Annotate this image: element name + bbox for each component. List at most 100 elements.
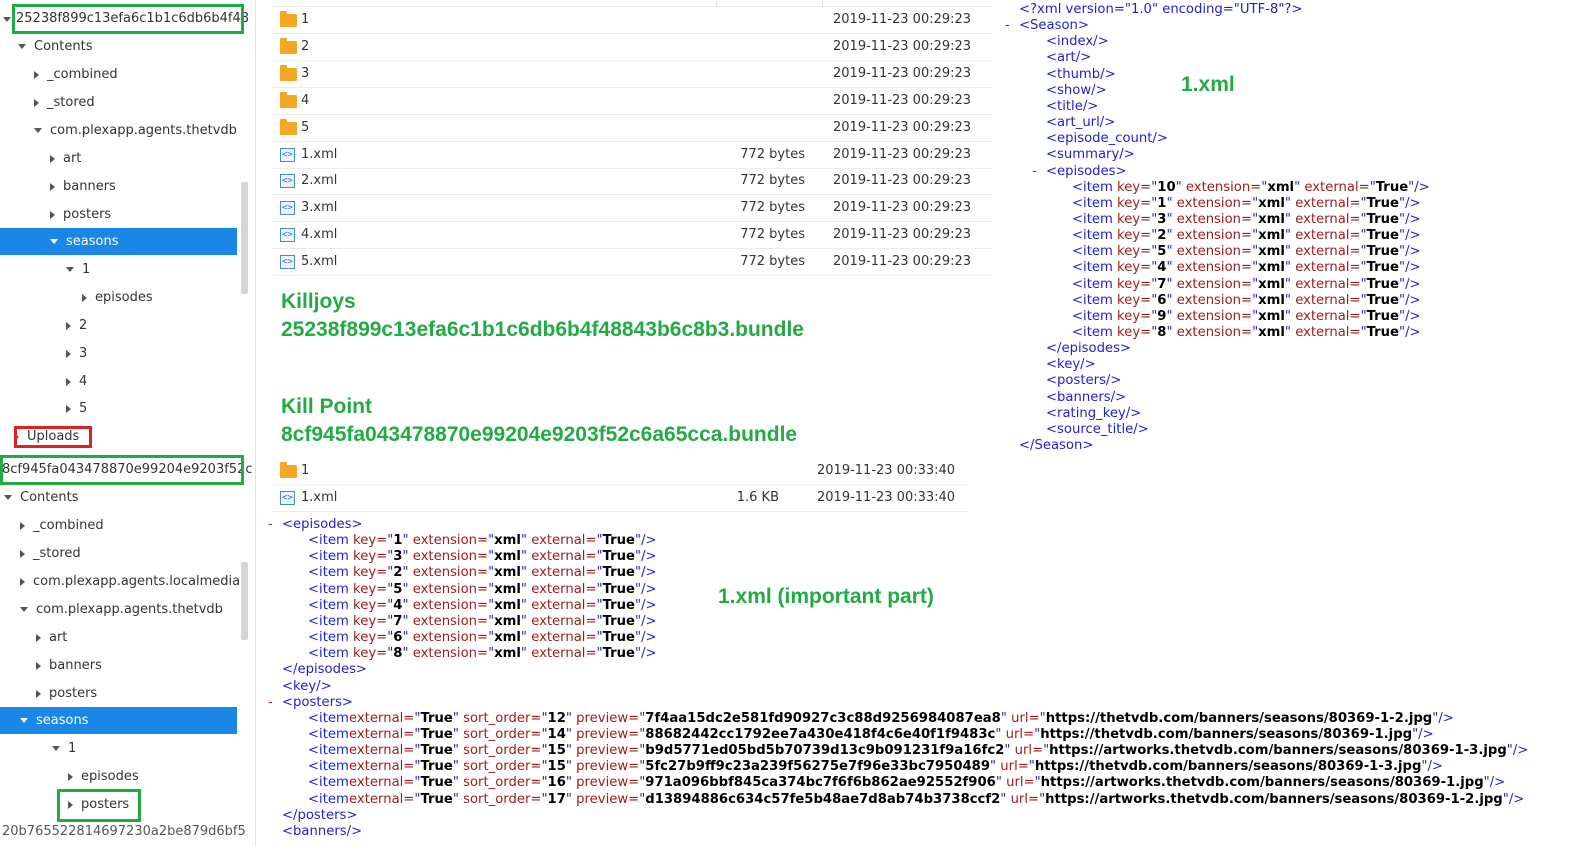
tree-node-label: Contents	[34, 39, 93, 54]
tree-node--combined[interactable]: _combined	[34, 61, 118, 88]
xml-tag: />	[1405, 195, 1421, 211]
file-row[interactable]: 4 2019-11-23 00:29:23	[272, 88, 992, 115]
file-row[interactable]: <> 5.xml 772 bytes 2019-11-23 00:29:23	[272, 249, 992, 277]
xml-collapse-toggle[interactable]: -	[268, 517, 273, 533]
column-divider	[822, 0, 823, 6]
xml-tag: />	[1405, 211, 1421, 227]
file-row[interactable]: 2 2019-11-23 00:29:23	[272, 34, 992, 61]
collapse-arrow-icon[interactable]	[4, 495, 12, 500]
xml-attr-value: 15	[547, 759, 566, 775]
xml-tag: <index/>	[1046, 34, 1109, 50]
tree-node--combined[interactable]: _combined	[20, 512, 104, 539]
collapse-arrow-icon[interactable]	[52, 746, 60, 751]
expand-arrow-icon[interactable]	[50, 182, 55, 191]
xml-tag: />	[1489, 775, 1506, 791]
xml-attr-name: external=	[527, 533, 597, 549]
file-row[interactable]: 1 2019-11-23 00:33:40	[272, 458, 967, 485]
xml-attr-name: sort_order=	[458, 710, 542, 726]
xml-collapse-toggle[interactable]: -	[1032, 164, 1037, 180]
expand-arrow-icon[interactable]	[34, 98, 39, 107]
xml-attr-name: external=	[1291, 260, 1361, 276]
tree-node-seasons[interactable]: seasons	[0, 707, 237, 734]
tree-node-art[interactable]: art	[50, 145, 81, 172]
tree-node-com-plexapp-agents-thetvdb[interactable]: com.plexapp.agents.thetvdb	[20, 596, 223, 623]
expand-arrow-icon[interactable]	[66, 349, 71, 358]
tree-node-episodes[interactable]: episodes	[68, 763, 139, 790]
tree-node-banners[interactable]: banners	[50, 173, 116, 200]
tree-node-banners[interactable]: banners	[36, 652, 102, 679]
expand-arrow-icon[interactable]	[20, 549, 25, 558]
expand-arrow-icon[interactable]	[36, 633, 41, 642]
tree-node-1[interactable]: 1	[66, 256, 90, 283]
xml-tag: <item	[308, 775, 354, 791]
tree-node-4[interactable]: 4	[66, 368, 87, 395]
tree-node-com-plexapp-agents-thetvdb[interactable]: com.plexapp.agents.thetvdb	[34, 117, 237, 144]
tree-node--stored[interactable]: _stored	[20, 540, 81, 567]
expand-arrow-icon[interactable]	[20, 521, 25, 530]
file-row[interactable]: <> 1.xml 1.6 KB 2019-11-23 00:33:40	[272, 485, 967, 512]
file-row[interactable]: <> 1.xml 772 bytes 2019-11-23 00:29:23	[272, 142, 992, 169]
tree-node-com-plexapp-agents-localmedia[interactable]: com.plexapp.agents.localmedia	[20, 568, 240, 595]
tree-node-2[interactable]: 2	[66, 312, 87, 339]
xml-attr-name: external=	[349, 791, 415, 807]
xml-line: <item key="8" extension="xml" external="…	[308, 646, 657, 662]
collapse-arrow-icon[interactable]	[34, 128, 42, 133]
expand-arrow-icon[interactable]	[66, 321, 71, 330]
column-divider	[716, 0, 717, 6]
tree-node-seasons[interactable]: seasons	[0, 228, 237, 255]
tree-node-posters[interactable]: posters	[50, 201, 111, 228]
xml-line: <item external="True" sort_order="15" pr…	[308, 743, 1528, 759]
tree-scrollbar[interactable]	[241, 562, 248, 640]
tree-node-posters[interactable]: posters	[36, 680, 97, 707]
file-date: 2019-11-23 00:33:40	[817, 463, 956, 478]
xml-tag: <item	[1072, 276, 1118, 292]
xml-attr-name: key=	[1117, 308, 1152, 324]
expand-arrow-icon[interactable]	[66, 377, 71, 386]
file-row[interactable]: 5 2019-11-23 00:29:23	[272, 115, 992, 142]
folder-icon	[280, 11, 297, 27]
tree-node-label: 4	[79, 374, 88, 389]
file-row[interactable]: <> 2.xml 772 bytes 2019-11-23 00:29:23	[272, 168, 992, 196]
xml-tag: />	[1405, 244, 1421, 260]
tree-node-5[interactable]: 5	[66, 395, 87, 422]
xml-tag: <item	[308, 710, 354, 726]
collapse-arrow-icon[interactable]	[50, 239, 58, 244]
expand-arrow-icon[interactable]	[34, 70, 39, 79]
xml-attr-name: preview=	[571, 726, 640, 742]
collapse-arrow-icon[interactable]	[18, 44, 26, 49]
expand-arrow-icon[interactable]	[50, 210, 55, 219]
expand-arrow-icon[interactable]	[82, 293, 87, 302]
collapse-arrow-icon[interactable]	[66, 267, 74, 272]
file-row[interactable]: <> 3.xml 772 bytes 2019-11-23 00:29:23	[272, 195, 992, 223]
expand-arrow-icon[interactable]	[20, 577, 25, 586]
tree-node--stored[interactable]: _stored	[34, 89, 95, 116]
expand-arrow-icon[interactable]	[36, 661, 41, 670]
tree-node-1[interactable]: 1	[52, 735, 76, 762]
tree-node-contents[interactable]: Contents	[4, 484, 78, 511]
collapse-arrow-icon[interactable]	[3, 17, 11, 22]
xml-attr-name: extension=	[1172, 325, 1253, 340]
tree-scrollbar[interactable]	[241, 182, 248, 294]
expand-arrow-icon[interactable]	[36, 689, 41, 698]
expand-arrow-icon[interactable]	[68, 772, 73, 781]
file-row[interactable]: 1 2019-11-23 00:29:23	[272, 7, 992, 34]
xml-line: <index/>	[1046, 34, 1109, 50]
collapse-arrow-icon[interactable]	[20, 607, 28, 612]
expand-arrow-icon[interactable]	[66, 404, 71, 413]
xml-tag: />	[1418, 726, 1434, 742]
xml-collapse-toggle[interactable]: -	[268, 695, 273, 711]
xml-attr-name: external=	[527, 613, 597, 629]
xml-attr-name: extension=	[1172, 292, 1253, 308]
file-row[interactable]: 3 2019-11-23 00:29:23	[272, 61, 992, 88]
collapse-arrow-icon[interactable]	[20, 718, 28, 723]
xml-collapse-toggle[interactable]: -	[1005, 18, 1010, 34]
file-row[interactable]: <> 4.xml 772 bytes 2019-11-23 00:29:23	[272, 222, 992, 250]
tree-node-art[interactable]: art	[36, 624, 67, 651]
folder-icon	[280, 91, 297, 108]
xml-tag: />	[641, 630, 657, 646]
tree-node-3[interactable]: 3	[66, 340, 87, 367]
xml-tag: <item	[308, 791, 354, 807]
tree-node-episodes[interactable]: episodes	[82, 284, 153, 311]
tree-node-contents[interactable]: Contents	[18, 33, 92, 60]
expand-arrow-icon[interactable]	[50, 154, 55, 163]
